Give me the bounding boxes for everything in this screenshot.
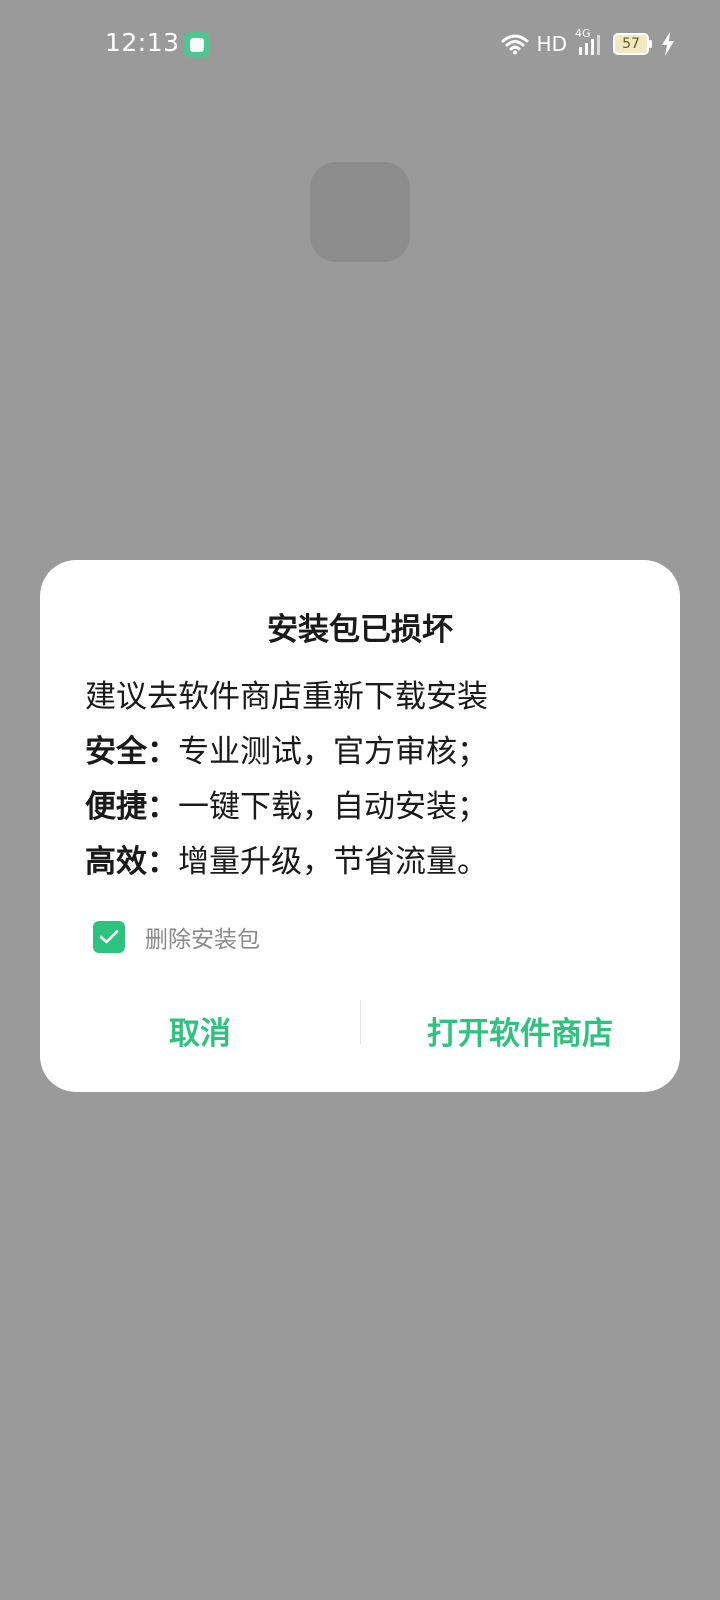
hd-indicator: HD [536,32,567,56]
corrupted-package-dialog: 安装包已损坏 建议去软件商店重新下载安装 安全：专业测试，官方审核； 便捷：一键… [40,560,680,1092]
open-app-store-button[interactable]: 打开软件商店 [360,1000,680,1060]
dialog-buttons: 取消 打开软件商店 [40,1000,680,1060]
delete-package-option[interactable]: 删除安装包 [93,920,260,954]
message-line-text: 增量升级，节省流量。 [178,844,488,880]
delete-package-label: 删除安装包 [145,927,260,953]
wifi-icon [501,34,529,55]
dialog-message: 建议去软件商店重新下载安装 安全：专业测试，官方审核； 便捷：一键下载，自动安装… [85,670,645,890]
signal-icon: 4G [575,27,605,57]
status-icons: HD 4G 57 [501,27,675,60]
battery-icon: 57 [613,33,652,55]
dialog-title: 安装包已损坏 [267,612,453,648]
message-line-text: 专业测试，官方审核； [178,734,488,770]
status-bar: 12:13 HD 4G 57 [0,0,720,90]
battery-level: 57 [622,36,640,52]
charging-icon [662,32,674,56]
message-line-text: 一键下载，自动安装； [178,789,488,825]
cancel-button[interactable]: 取消 [40,1000,360,1060]
message-line-convenience: 便捷：一键下载，自动安装； [85,780,645,835]
delete-package-checkbox[interactable] [93,921,125,953]
status-time: 12:13 [105,28,180,57]
message-line-efficiency: 高效：增量升级，节省流量。 [85,835,645,890]
message-line-heading: 便捷： [85,789,178,825]
checkmark-icon [99,930,119,944]
message-line-safety: 安全：专业测试，官方审核； [85,725,645,780]
app-icon-placeholder [310,162,410,262]
message-line-heading: 安全： [85,734,178,770]
message-line-heading: 高效： [85,844,178,880]
message-line: 建议去软件商店重新下载安装 [85,679,488,715]
app-notification-icon [184,32,210,58]
